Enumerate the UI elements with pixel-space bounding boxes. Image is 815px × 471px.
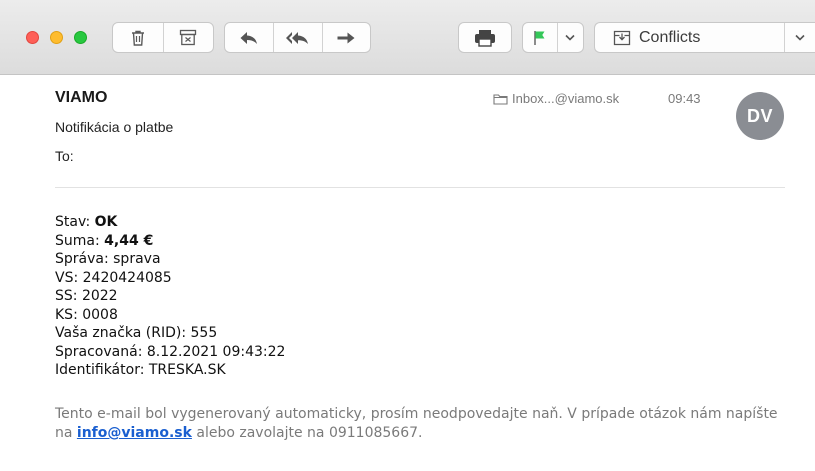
body-line-value: 555 <box>190 325 218 341</box>
chevron-down-icon <box>565 34 575 41</box>
mailbox-menu-button[interactable] <box>784 23 815 52</box>
body-line: Identifikátor: TRESKA.SK <box>55 361 285 380</box>
body-line-label: Identifikátor: <box>55 362 149 378</box>
forward-button[interactable] <box>321 23 370 52</box>
body-line: Spracovaná: 8.12.2021 09:43:22 <box>55 343 285 362</box>
print-button[interactable] <box>458 22 512 53</box>
archive-icon <box>180 29 197 46</box>
body-line-label: Vaša značka (RID): <box>55 325 191 341</box>
reply-group <box>224 22 371 53</box>
email-link[interactable]: info@viamo.sk <box>77 425 192 441</box>
body-line-value: sprava <box>113 251 161 267</box>
auto-notice: Tento e-mail bol vygenerovaný automatick… <box>55 405 795 443</box>
body-line: Vaša značka (RID): 555 <box>55 324 285 343</box>
message-mailbox: Inbox...@viamo.sk <box>493 91 619 106</box>
avatar: DV <box>736 92 784 140</box>
forward-icon <box>337 32 355 43</box>
folder-icon <box>493 93 508 105</box>
body-line-label: Stav: <box>55 214 95 230</box>
body-line-label: KS: <box>55 306 83 323</box>
body-line-label: Suma: <box>55 232 105 249</box>
body-line: VS: 2420424085 <box>55 269 285 288</box>
move-to-mailbox-group: Conflicts <box>594 22 815 53</box>
flag-icon <box>534 30 545 45</box>
body-line-value: 2022 <box>81 288 118 304</box>
message-body: Stav: OK Suma: 4,44 € Správa: sprava VS: 24… <box>55 213 285 380</box>
archive-button[interactable] <box>162 23 213 52</box>
trash-icon <box>131 30 144 46</box>
delete-button[interactable] <box>113 23 163 52</box>
body-line: Správa: sprava <box>55 250 285 269</box>
body-line: SS: 2022 <box>55 287 285 306</box>
delete-archive-group <box>112 22 214 53</box>
close-window-button[interactable] <box>26 31 39 44</box>
body-line-value: OK <box>94 214 118 230</box>
recipient-label: To: <box>55 148 74 164</box>
minimize-window-button[interactable] <box>50 31 63 44</box>
flag-button[interactable] <box>523 23 557 52</box>
body-line-value: 0008 <box>82 306 118 323</box>
mailbox-icon <box>613 30 631 45</box>
body-line: Stav: OK <box>55 213 285 232</box>
body-line-value: TRESKA.SK <box>148 362 226 378</box>
footer-text-after: alebo zavolajte na 0911085667. <box>191 425 423 441</box>
print-icon <box>475 29 495 47</box>
body-line: KS: 0008 <box>55 306 285 325</box>
move-to-mailbox-button[interactable]: Conflicts <box>595 23 784 52</box>
body-line-value: 2420424085 <box>82 269 172 286</box>
reply-icon <box>240 31 258 44</box>
chevron-down-icon <box>795 34 805 41</box>
message-time: 09:43 <box>668 91 701 106</box>
body-line-label: SS: <box>55 288 82 304</box>
reply-all-button[interactable] <box>273 23 321 52</box>
sender-name[interactable]: VIAMO <box>55 89 107 107</box>
body-line-value: 4,44 € <box>104 232 154 249</box>
mailbox-name: Inbox...@viamo.sk <box>512 91 620 106</box>
reply-all-icon <box>286 31 308 44</box>
toolbar: Conflicts <box>0 0 815 75</box>
body-line-label: Správa: <box>55 251 114 267</box>
body-line-value: 8.12.2021 09:43:22 <box>146 343 286 360</box>
header-divider <box>55 187 785 188</box>
flag-group <box>522 22 584 53</box>
zoom-window-button[interactable] <box>74 31 87 44</box>
body-line-label: Spracovaná: <box>55 343 147 360</box>
avatar-initials: DV <box>746 105 773 126</box>
flag-menu-button[interactable] <box>556 23 583 52</box>
body-line-label: VS: <box>55 269 83 286</box>
mailbox-label: Conflicts <box>639 28 701 46</box>
reply-button[interactable] <box>225 23 273 52</box>
message-subject: Notifikácia o platbe <box>55 119 174 135</box>
body-line: Suma: 4,44 € <box>55 232 285 251</box>
